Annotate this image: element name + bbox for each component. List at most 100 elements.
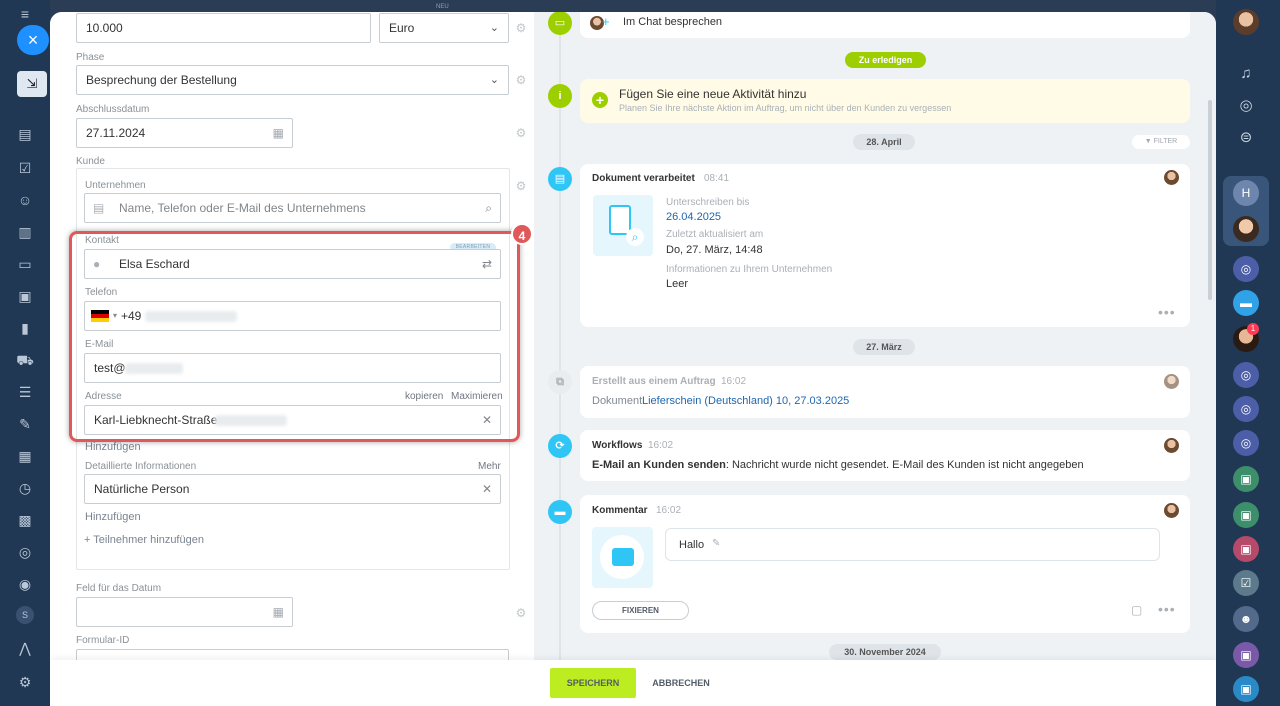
close-date-input[interactable]: 27.11.2024 ▦ <box>76 118 293 148</box>
locked-chat-icon-4[interactable]: ▣ <box>1233 642 1259 668</box>
new-label: NEU <box>436 4 449 10</box>
copilot-icon[interactable]: ◎ <box>1233 93 1259 119</box>
company-info-label: Informationen zu Ihrem Unternehmen <box>666 264 833 275</box>
sign-until-date[interactable]: 26.04.2025 <box>666 211 721 223</box>
timeline-scrollbar[interactable] <box>1208 100 1212 300</box>
comment-circle-icon: ▬ <box>548 500 572 524</box>
gear-icon[interactable]: ⚙ <box>515 22 527 34</box>
robot-icon[interactable]: ◎ <box>15 542 35 562</box>
add-participant-link[interactable]: + Teilnehmer hinzufügen <box>84 534 204 546</box>
form-id-label: Formular-ID <box>76 635 130 646</box>
target-icon[interactable]: ◉ <box>15 574 35 594</box>
more-link[interactable]: Mehr <box>478 461 501 472</box>
locked-chat-icon-1[interactable]: ▣ <box>1233 466 1259 492</box>
note-icon[interactable]: ▢ <box>1131 603 1142 617</box>
chevron-down-icon: ⌄ <box>489 74 499 86</box>
settings-gear-icon[interactable]: ⚙ <box>15 672 35 692</box>
subscription-badge[interactable]: S <box>16 606 34 624</box>
created-doc-prefix: Dokument <box>592 395 643 407</box>
clock-icon[interactable]: ◷ <box>15 478 35 498</box>
new-activity-subtitle: Planen Sie Ihre nächste Aktion im Auftra… <box>619 103 952 113</box>
workflows-circle-icon: ⟳ <box>548 434 572 458</box>
timeline: ▭ + Im Chat besprechen Zu erledigen i + … <box>534 12 1216 660</box>
locked-chat-icon-3[interactable]: ▣ <box>1233 536 1259 562</box>
add-field-link-2[interactable]: Hinzufügen <box>85 511 141 523</box>
created-time: 16:02 <box>721 376 747 387</box>
clear-icon[interactable]: ✕ <box>482 475 492 503</box>
right-navigation-rail: ♫ ◎ ⊜ H ◎ ▬ ◎ ◎ ◎ ▣ ▣ ▣ ☑ ☻ ▣ ▣ <box>1216 0 1280 706</box>
sites-icon[interactable]: ▣ <box>15 286 35 306</box>
comment-text: Hallo <box>679 539 705 551</box>
market-icon[interactable]: ⋀ <box>15 638 35 658</box>
user-avatar[interactable] <box>1233 9 1259 35</box>
locked-chat-icon-2[interactable]: ▣ <box>1233 502 1259 528</box>
details-input[interactable]: Natürliche Person ✕ <box>84 474 501 504</box>
documents-icon[interactable]: ▥ <box>15 222 35 242</box>
filter-icon: ▼ <box>1144 138 1154 145</box>
pin-button[interactable]: FIXIEREN <box>592 601 689 620</box>
amount-input[interactable]: 10.000 <box>76 13 371 43</box>
more-options-icon[interactable]: ••• <box>1158 304 1176 320</box>
chat-channel-icon-2[interactable]: ◎ <box>1233 362 1259 388</box>
chat-avatar-1[interactable] <box>1233 216 1259 242</box>
updated-value: Do, 27. März, 14:48 <box>666 244 763 256</box>
locked-chat-icon-5[interactable]: ▣ <box>1233 676 1259 702</box>
collapse-icon[interactable]: ⇲ <box>17 71 47 97</box>
chat-channel-icon-4[interactable]: ◎ <box>1233 430 1259 456</box>
close-slider-button[interactable]: × <box>17 25 49 55</box>
notifications-bell-icon[interactable]: ♫ <box>1233 61 1259 87</box>
filter-stack-icon[interactable]: ☰ <box>15 382 35 402</box>
created-doc-link[interactable]: Lieferschein (Deutschland) 10, 27.03.202… <box>642 395 849 407</box>
phase-select[interactable]: Besprechung der Bestellung ⌄ <box>76 65 509 95</box>
add-activity-icon[interactable]: + <box>592 92 608 108</box>
updated-label: Zuletzt aktualisiert am <box>666 229 764 240</box>
edit-document-icon[interactable]: ✎ <box>15 414 35 434</box>
date-field-input[interactable]: ▦ <box>76 597 293 627</box>
chat-channel-icon-3[interactable]: ◎ <box>1233 396 1259 422</box>
card-icon[interactable]: ▭ <box>15 254 35 274</box>
menu-icon[interactable]: ≡ <box>15 4 35 24</box>
date-separator-3: 30. November 2024 <box>829 644 941 660</box>
currency-select[interactable]: Euro ⌄ <box>379 13 509 43</box>
edit-pencil-icon[interactable]: ✎ <box>712 538 720 549</box>
document-preview-tile[interactable]: ⌕ <box>593 195 653 256</box>
author-avatar <box>1164 503 1179 518</box>
company-search-input[interactable]: ▤ Name, Telefon oder E-Mail des Unterneh… <box>84 193 501 223</box>
gear-icon[interactable]: ⚙ <box>515 127 527 139</box>
gear-icon[interactable]: ⚙ <box>515 607 527 619</box>
magnifier-icon: ⌕ <box>626 228 644 246</box>
calendar-grid-icon[interactable]: ▦ <box>15 446 35 466</box>
save-button[interactable]: SPEICHERN <box>550 668 636 698</box>
chat-discuss-card[interactable]: + Im Chat besprechen <box>580 12 1190 38</box>
schedule-icon[interactable]: ▩ <box>15 510 35 530</box>
tasks-icon[interactable]: ▤ <box>15 124 35 144</box>
more-options-icon[interactable]: ••• <box>1158 601 1176 617</box>
close-date-label: Abschlussdatum <box>76 104 150 115</box>
phase-value: Besprechung der Bestellung <box>86 73 237 87</box>
filter-button[interactable]: ▼ FILTER <box>1132 135 1190 149</box>
workflows-time: 16:02 <box>648 440 674 451</box>
created-card: Erstellt aus einem Auftrag 16:02 Dokumen… <box>580 366 1190 418</box>
comment-body-box[interactable]: Hallo ✎ <box>665 528 1160 561</box>
gear-icon[interactable]: ⚙ <box>515 180 527 192</box>
add-field-link-1[interactable]: Hinzufügen <box>85 441 141 453</box>
contacts-icon[interactable]: ☺ <box>15 190 35 210</box>
checklist-icon[interactable]: ☑ <box>15 158 35 178</box>
new-activity-card[interactable]: + Fügen Sie eine neue Aktivität hinzu Pl… <box>580 79 1190 123</box>
analytics-icon[interactable]: ▮ <box>15 318 35 338</box>
close-icon: × <box>27 30 39 50</box>
workflows-message: E-Mail an Kunden senden: Nachricht wurde… <box>592 459 1084 471</box>
group-chat-icon[interactable]: ☻ <box>1233 606 1259 632</box>
checked-chat-icon[interactable]: ☑ <box>1233 570 1259 596</box>
chat-bubble-icon[interactable]: ▬ <box>1233 290 1259 316</box>
shop-cart-icon[interactable]: ⛟ <box>15 350 35 370</box>
cancel-button[interactable]: ABBRECHEN <box>646 668 716 698</box>
gear-icon[interactable]: ⚙ <box>515 74 527 86</box>
calendar-icon[interactable]: ▦ <box>273 119 284 147</box>
search-icon[interactable]: ⌕ <box>485 194 492 222</box>
currency-value: Euro <box>389 21 415 35</box>
chat-h-icon[interactable]: H <box>1233 180 1259 206</box>
chat-channel-icon-1[interactable]: ◎ <box>1233 256 1259 282</box>
calendar-icon[interactable]: ▦ <box>273 598 284 626</box>
search-chat-icon[interactable]: ⊜ <box>1233 125 1259 151</box>
